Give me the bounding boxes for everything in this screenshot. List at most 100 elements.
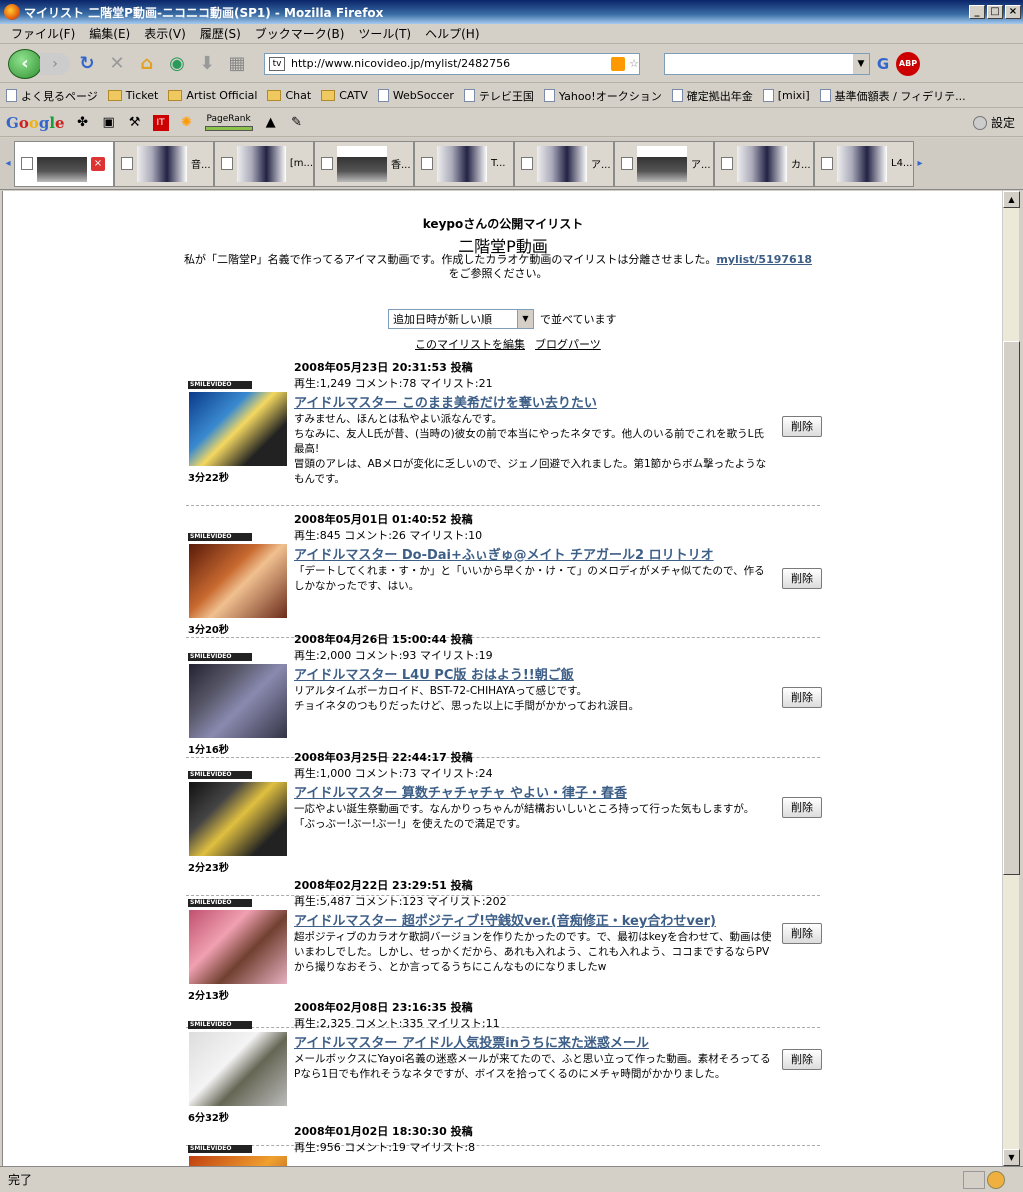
search-input[interactable] <box>664 52 870 75</box>
menu-edit[interactable]: 編集(E) <box>82 25 137 42</box>
post-date: 2008年03月25日 22:44:17 投稿 <box>294 751 473 764</box>
delete-button[interactable]: 削除 <box>782 687 822 708</box>
tab-item[interactable]: [m... <box>214 140 314 187</box>
bookmark-item[interactable]: 確定拠出年金 <box>671 88 753 104</box>
chevron-down-icon[interactable]: ▼ <box>517 310 533 328</box>
maximize-button[interactable]: □ <box>987 5 1003 19</box>
tab-item[interactable]: × <box>14 140 114 187</box>
menu-help[interactable]: ヘルプ(H) <box>418 25 486 42</box>
item-divider <box>186 1027 820 1028</box>
status-text: 完了 <box>8 1173 33 1187</box>
tools-icon[interactable]: ⚒ <box>127 115 143 131</box>
video-title-link[interactable]: アイドルマスター アイドル人気投票inうちに来た迷惑メール <box>294 1032 774 1051</box>
vertical-scrollbar[interactable]: ▲ ▼ <box>1002 191 1020 1166</box>
delete-button[interactable]: 削除 <box>782 923 822 944</box>
reload-icon[interactable]: ↻ <box>74 51 100 77</box>
bookmark-item[interactable]: 基準価額表 / フィデリテ... <box>819 88 966 104</box>
site-icon: tv <box>269 56 285 71</box>
bookmark-item[interactable]: Artist Official <box>168 89 257 102</box>
tab-scroll-left[interactable]: ◂ <box>2 158 14 169</box>
delete-button[interactable]: 削除 <box>782 416 822 437</box>
search-engine-icon[interactable]: G <box>874 55 892 73</box>
tab-item[interactable]: ア... <box>614 140 714 187</box>
delete-button[interactable]: 削除 <box>782 568 822 589</box>
sort-select[interactable]: 追加日時が新しい順 ▼ <box>388 309 534 329</box>
item-divider <box>186 505 820 506</box>
forward-button[interactable]: › <box>40 52 70 75</box>
video-description: 超ポジティブのカラオケ歌詞バージョンを作りたかったのです。で、最初はkeyを合わ… <box>294 931 772 973</box>
scrollbar-thumb[interactable] <box>1003 341 1020 875</box>
blog-parts-link[interactable]: ブログパーツ <box>535 336 601 352</box>
status-cell <box>963 1170 985 1189</box>
puzzle-icon[interactable]: ✤ <box>75 115 91 131</box>
minimize-button[interactable]: _ <box>969 5 985 19</box>
smilevideo-badge: SMILEVIDEO <box>188 1021 252 1029</box>
menu-bookmarks[interactable]: ブックマーク(B) <box>248 25 352 42</box>
close-tab-icon[interactable]: × <box>91 156 105 171</box>
mylist-link[interactable]: mylist/5197618 <box>716 253 812 266</box>
video-thumbnail[interactable] <box>189 910 287 984</box>
smilevideo-badge: SMILEVIDEO <box>188 899 252 907</box>
pen-icon[interactable]: ✎ <box>289 115 305 131</box>
video-thumbnail[interactable] <box>189 782 287 856</box>
video-title-link[interactable]: アイドルマスター Do-Dai+ふぃぎゅ@メイト チアガール2 ロリトリオ <box>294 544 774 563</box>
address-bar[interactable]: tv http://www.nicovideo.jp/mylist/248275… <box>264 52 640 75</box>
bookmark-item[interactable]: [mixi] <box>762 89 810 102</box>
addon-status-icon[interactable] <box>987 1170 1005 1189</box>
image-icon[interactable]: ▣ <box>101 115 117 131</box>
address-url[interactable]: http://www.nicovideo.jp/mylist/2482756 <box>291 57 611 70</box>
bookmark-item[interactable]: よく見るページ <box>6 88 98 104</box>
menu-view[interactable]: 表示(V) <box>137 25 193 42</box>
delete-button[interactable]: 削除 <box>782 1049 822 1070</box>
star-icon[interactable]: ☆ <box>629 57 639 70</box>
swirl-icon[interactable]: ◉ <box>164 51 190 77</box>
settings-button[interactable]: 設定 <box>972 114 1015 131</box>
tab-item[interactable]: 音... <box>114 140 214 187</box>
tab-item[interactable]: ア... <box>514 140 614 187</box>
tab-item[interactable]: L4... <box>814 140 914 187</box>
video-thumbnail[interactable] <box>189 392 287 466</box>
bookmark-item[interactable]: Yahoo!オークション <box>543 88 662 104</box>
video-title-link[interactable]: アイドルマスター このまま美希だけを奪い去りたい <box>294 392 774 411</box>
tab-item[interactable]: 香... <box>314 140 414 187</box>
tab-thumbnail <box>37 145 87 182</box>
scroll-down-arrow[interactable]: ▼ <box>1003 1149 1020 1166</box>
video-thumbnail[interactable] <box>189 1156 287 1166</box>
adblock-icon[interactable]: ABP <box>896 51 920 76</box>
rss-icon[interactable] <box>611 56 626 71</box>
bookmark-item[interactable]: Ticket <box>107 89 158 102</box>
sun-icon[interactable]: ✺ <box>179 115 195 131</box>
close-button[interactable]: × <box>1005 5 1021 19</box>
edit-mylist-link[interactable]: このマイリストを編集 <box>415 336 525 352</box>
folder-up-icon[interactable]: ▲ <box>263 115 279 131</box>
back-button[interactable]: ‹ <box>8 48 42 79</box>
bookmark-item[interactable]: WebSoccer <box>377 89 454 102</box>
page-content: keypoさんの公開マイリスト 二階堂P動画 私が「二階堂P」名義で作ってるアイ… <box>2 191 1002 1166</box>
menu-history[interactable]: 履歴(S) <box>193 25 248 42</box>
it-icon[interactable]: IT <box>152 114 169 131</box>
menu-tools[interactable]: ツール(T) <box>351 25 418 42</box>
tab-item[interactable]: カ... <box>714 140 814 187</box>
tab-item[interactable]: T... <box>414 140 514 187</box>
video-thumbnail[interactable] <box>189 544 287 618</box>
delete-button[interactable]: 削除 <box>782 797 822 818</box>
video-title-link[interactable]: アイドルマスター 算数チャチャチャ やよい・律子・春香 <box>294 782 774 801</box>
bookmark-item[interactable]: Chat <box>267 89 311 102</box>
download-icon[interactable]: ⬇ <box>194 51 220 77</box>
bookmark-manager-icon[interactable]: ▦ <box>224 51 250 77</box>
stop-icon[interactable]: ✕ <box>104 51 130 77</box>
menu-file[interactable]: ファイル(F) <box>4 25 82 42</box>
bookmark-item[interactable]: テレビ王国 <box>463 88 534 104</box>
video-length: 3分22秒 <box>188 473 229 484</box>
post-date: 2008年02月22日 23:29:51 投稿 <box>294 879 473 892</box>
bookmark-item[interactable]: CATV <box>321 89 368 102</box>
video-thumbnail[interactable] <box>189 1032 287 1106</box>
home-icon[interactable]: ⌂ <box>134 51 160 77</box>
video-title-link[interactable]: アイドルマスター 超ポジティブ!守銭奴ver.(音痴修正・key合わせver) <box>294 910 774 929</box>
smilevideo-badge: SMILEVIDEO <box>188 653 252 661</box>
scroll-up-arrow[interactable]: ▲ <box>1003 191 1020 208</box>
video-thumbnail[interactable] <box>189 664 287 738</box>
video-title-link[interactable]: アイドルマスター L4U PC版 おはよう!!朝ご飯 <box>294 664 774 683</box>
google-logo[interactable]: Google <box>6 114 65 132</box>
tab-scroll-right[interactable]: ▸ <box>914 158 926 169</box>
